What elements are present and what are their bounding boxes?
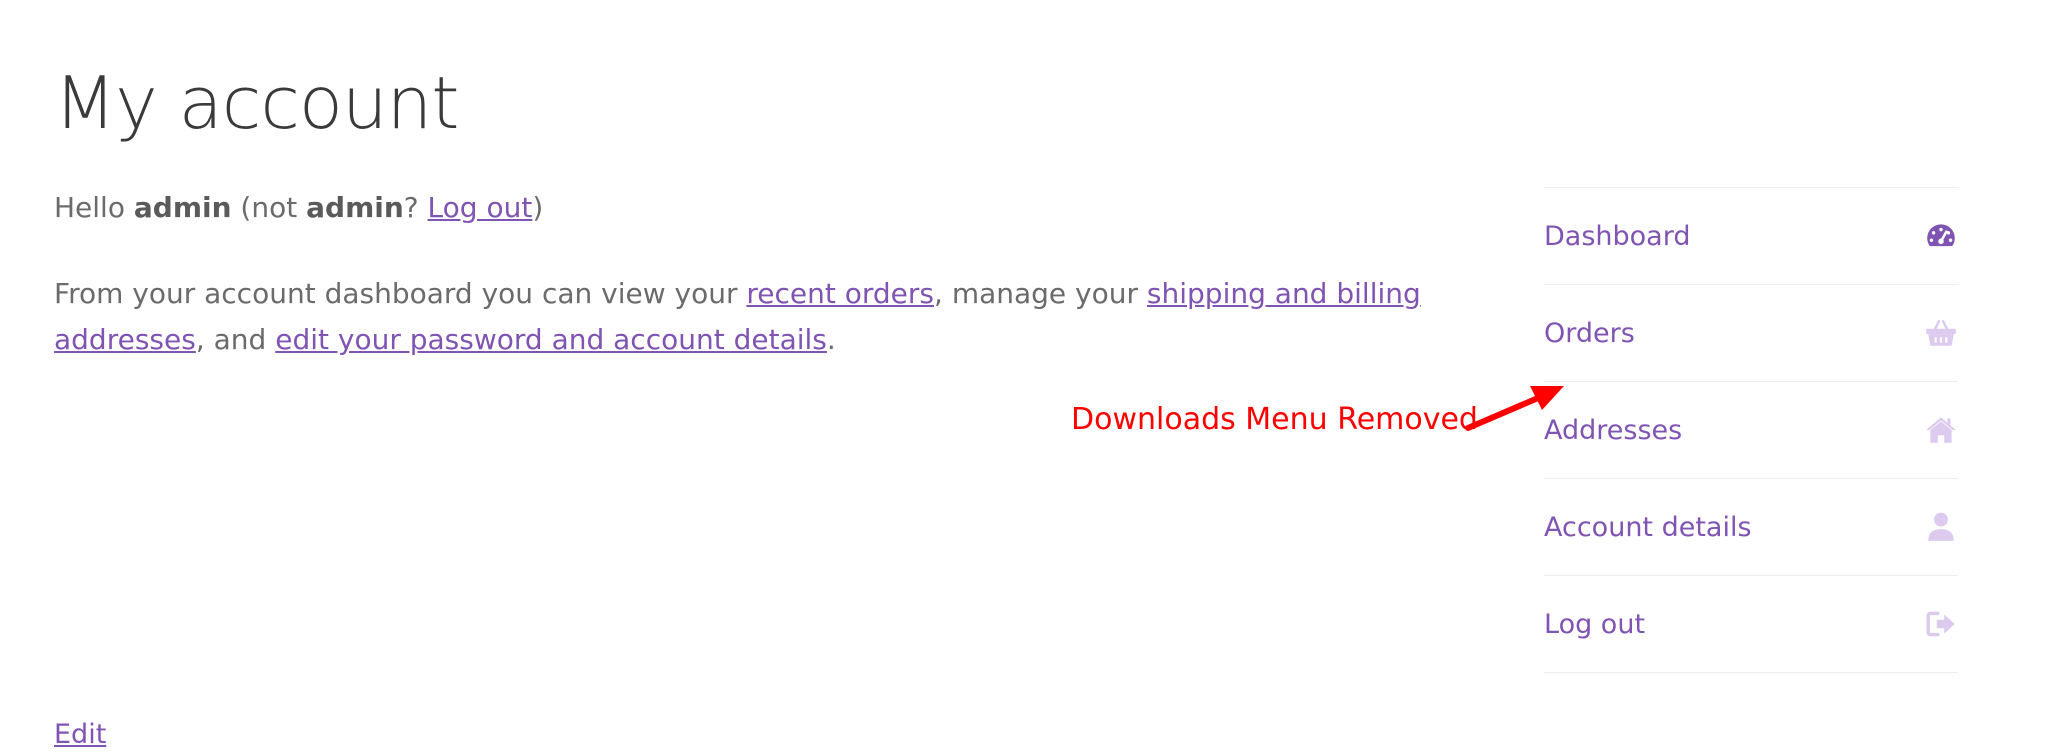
dashboard-icon (1924, 219, 1958, 253)
annotation-arrow (1465, 386, 1564, 431)
annotation-label: Downloads Menu Removed (1071, 402, 1478, 437)
logout-link[interactable]: Log out (428, 191, 533, 224)
username-alt: admin (306, 191, 404, 224)
edit-link[interactable]: Edit (54, 718, 106, 752)
logout-icon (1924, 607, 1958, 641)
recent-orders-link[interactable]: recent orders (746, 277, 934, 310)
nav-item-logout[interactable]: Log out (1544, 576, 1958, 673)
page-title: My account (54, 61, 459, 145)
nav-item-dashboard[interactable]: Dashboard (1544, 188, 1958, 285)
nav-item-orders[interactable]: Orders (1544, 285, 1958, 382)
username: admin (133, 191, 232, 224)
page: My account Hello admin (not admin? Log o… (0, 0, 2048, 752)
nav-item-addresses[interactable]: Addresses (1544, 382, 1958, 479)
basket-icon (1924, 316, 1958, 350)
dashboard-intro: From your account dashboard you can view… (54, 277, 1421, 356)
edit-account-link[interactable]: edit your password and account details (275, 323, 827, 356)
nav-item-label: Orders (1544, 317, 1635, 349)
account-navigation: Dashboard Orders Addresses Account detai… (1544, 187, 1958, 673)
user-icon (1924, 510, 1958, 544)
account-content: Hello admin (not admin? Log out) From yo… (54, 185, 1454, 363)
nav-item-account-details[interactable]: Account details (1544, 479, 1958, 576)
nav-item-label: Dashboard (1544, 220, 1691, 252)
home-icon (1924, 413, 1958, 447)
nav-item-label: Log out (1544, 608, 1646, 640)
greeting-text: Hello admin (not admin? Log out) (54, 191, 544, 224)
nav-item-label: Account details (1544, 511, 1752, 543)
